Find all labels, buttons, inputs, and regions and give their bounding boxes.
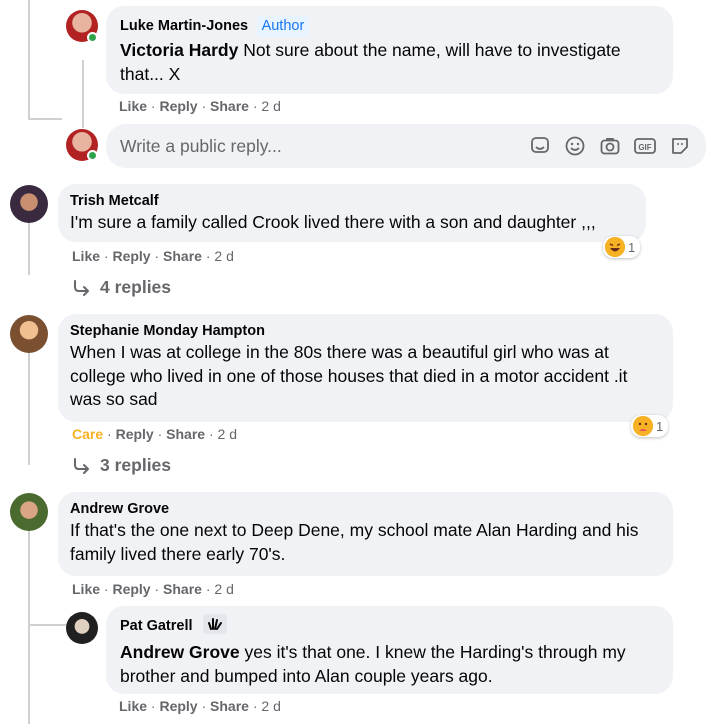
replies-count: 3 replies [100, 455, 172, 475]
reply-box: GIF [106, 124, 706, 168]
camera-icon[interactable] [598, 134, 622, 158]
haha-reaction-icon [605, 237, 625, 257]
thread-line [28, 118, 62, 120]
comment-actions: Like · Reply · Share · 2 d [119, 98, 281, 114]
reaction-summary[interactable]: 1 [603, 236, 641, 258]
author-badge: Author [256, 16, 310, 37]
svg-text:GIF: GIF [638, 143, 651, 152]
comment-time[interactable]: 2 d [214, 248, 233, 264]
comment-bubble: Pat Gatrell Andrew Grove yes it's that o… [106, 606, 673, 694]
comment-time[interactable]: 2 d [218, 426, 237, 442]
comment-text: If that's the one next to Deep Dene, my … [70, 520, 639, 564]
reply-arrow-icon [74, 457, 89, 474]
comment-actions: Like · Reply · Share · 2 d [119, 698, 281, 714]
like-button[interactable]: Like [119, 698, 147, 714]
online-status-indicator [87, 32, 98, 43]
waving-hand-icon [202, 614, 227, 639]
comment-text: Victoria Hardy Not sure about the name, … [120, 40, 621, 84]
like-button[interactable]: Like [72, 581, 100, 597]
comment-actions: Like · Reply · Share · 2 d [72, 581, 234, 597]
comment-text: When I was at college in the 80s there w… [70, 342, 628, 409]
comment-bubble: Andrew Grove If that's the one next to D… [58, 492, 673, 576]
comment-actions: Care · Reply · Share · 2 d [72, 426, 238, 442]
avatar[interactable] [10, 315, 48, 353]
reply-button[interactable]: Reply [112, 581, 150, 597]
replies-count: 4 replies [100, 277, 172, 297]
avatar[interactable] [10, 185, 48, 223]
thread-line [28, 0, 30, 120]
share-button[interactable]: Share [163, 581, 202, 597]
comment-actions: Like · Reply · Share · 2 d [72, 248, 234, 264]
mention-link[interactable]: Andrew Grove [120, 642, 240, 662]
view-replies-link[interactable]: 3 replies [72, 455, 171, 476]
comment-bubble: Trish Metcalf I'm sure a family called C… [58, 184, 646, 242]
gif-icon[interactable]: GIF [633, 134, 657, 158]
comment-author[interactable]: Andrew Grove [70, 500, 169, 519]
comment-author[interactable]: Trish Metcalf [70, 192, 159, 211]
avatar-sticker-icon[interactable] [528, 134, 552, 158]
thread-line [28, 345, 30, 465]
emoji-icon[interactable] [563, 134, 587, 158]
thread-line [28, 624, 66, 626]
comment-bubble: Luke Martin-Jones Author Victoria Hardy … [106, 6, 673, 94]
comment-text: I'm sure a family called Crook lived the… [70, 212, 596, 232]
reply-button[interactable]: Reply [159, 98, 197, 114]
share-button[interactable]: Share [166, 426, 205, 442]
reply-arrow-icon [74, 279, 89, 296]
reply-button[interactable]: Reply [116, 426, 154, 442]
like-button[interactable]: Like [119, 98, 147, 114]
comment-author[interactable]: Luke Martin-Jones [120, 17, 248, 36]
like-button[interactable]: Like [72, 248, 100, 264]
mention-link[interactable]: Victoria Hardy [120, 40, 238, 60]
thread-line [82, 60, 84, 128]
comment-author[interactable]: Pat Gatrell [120, 617, 193, 636]
reaction-count: 1 [656, 418, 664, 434]
share-button[interactable]: Share [163, 248, 202, 264]
comment-bubble: Stephanie Monday Hampton When I was at c… [58, 314, 673, 422]
reply-button[interactable]: Reply [159, 698, 197, 714]
reaction-summary[interactable]: 1 [631, 415, 669, 437]
comment-time[interactable]: 2 d [261, 98, 280, 114]
avatar[interactable] [66, 612, 98, 644]
online-status-indicator [87, 150, 98, 161]
reaction-count: 1 [628, 239, 636, 255]
comment-time[interactable]: 2 d [214, 581, 233, 597]
avatar[interactable] [10, 493, 48, 531]
share-button[interactable]: Share [210, 698, 249, 714]
comment-time[interactable]: 2 d [261, 698, 280, 714]
care-reaction-icon [633, 416, 653, 436]
reply-button[interactable]: Reply [112, 248, 150, 264]
comment-text: Andrew Grove yes it's that one. I knew t… [120, 642, 626, 686]
view-replies-link[interactable]: 4 replies [72, 277, 171, 298]
reply-input[interactable] [120, 135, 528, 157]
share-button[interactable]: Share [210, 98, 249, 114]
thread-line [28, 215, 30, 275]
sticker-icon[interactable] [668, 134, 692, 158]
care-button[interactable]: Care [72, 426, 103, 442]
comment-author[interactable]: Stephanie Monday Hampton [70, 322, 265, 341]
